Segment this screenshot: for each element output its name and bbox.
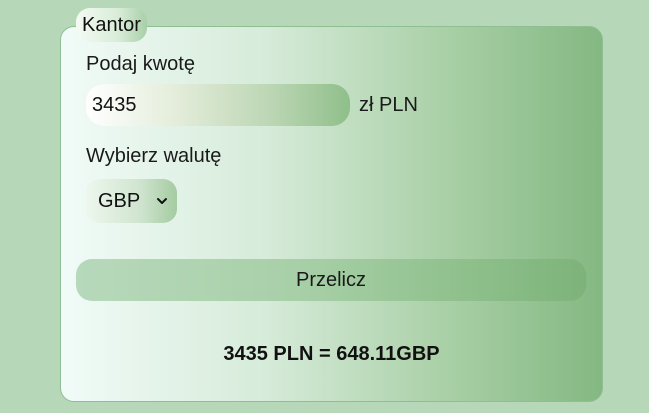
currency-unit-label: zł PLN <box>359 94 418 116</box>
amount-input[interactable] <box>86 84 350 126</box>
currency-label: Wybierz walutę <box>86 145 222 167</box>
currency-select-value: GBP <box>98 189 141 212</box>
amount-label: Podaj kwotę <box>86 53 195 75</box>
currency-select[interactable]: GBP <box>86 179 177 223</box>
form-legend: Kantor <box>76 8 147 42</box>
chevron-down-icon <box>157 198 167 204</box>
conversion-result: 3435 PLN = 648.11GBP <box>223 343 440 365</box>
convert-button[interactable]: Przelicz <box>76 259 586 301</box>
